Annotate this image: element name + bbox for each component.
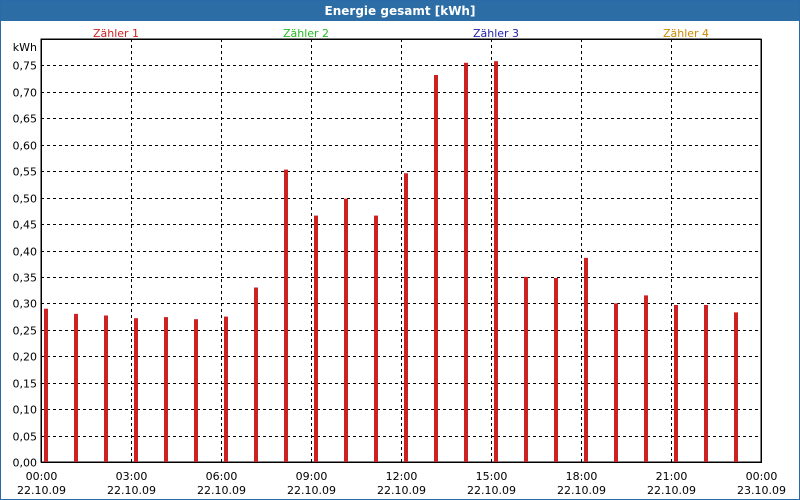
bar <box>524 276 528 462</box>
y-tick-label: 0,00 <box>13 457 38 470</box>
bar <box>734 312 738 462</box>
x-tick-time-label: 12:00 <box>386 470 418 483</box>
chart-window: Energie gesamt [kWh] Zähler 1 Zähler 2 Zäh… <box>0 0 800 500</box>
bar <box>284 169 288 462</box>
x-tick-date-label: 22.10.09 <box>647 484 696 497</box>
x-tick-time-label: 18:00 <box>566 470 598 483</box>
bar <box>464 62 468 463</box>
x-tick-date-label: 22.10.09 <box>377 484 426 497</box>
grid <box>40 38 762 463</box>
y-tick-label: 0,75 <box>13 60 38 73</box>
bar <box>344 198 348 462</box>
legend-item: Zähler 4 <box>663 27 709 40</box>
y-axis-label: kWh <box>13 41 37 54</box>
bar <box>194 319 198 462</box>
legend: Zähler 1 Zähler 2 Zähler 3 Zähler 4 <box>93 27 709 40</box>
legend-item: Zähler 1 <box>93 27 139 40</box>
legend-item: Zähler 2 <box>283 27 329 40</box>
y-tick-label: 0,40 <box>13 246 38 259</box>
x-tick-time-label: 09:00 <box>296 470 328 483</box>
bar <box>494 61 498 462</box>
y-tick-label: 0,65 <box>13 113 38 126</box>
y-tick-label: 0,35 <box>13 272 38 285</box>
bar <box>104 315 108 462</box>
bar <box>374 215 378 462</box>
x-tick-date-label: 23.10.09 <box>737 484 786 497</box>
y-tick-label: 0,60 <box>13 140 38 153</box>
bar <box>134 318 138 462</box>
x-tick-time-label: 21:00 <box>656 470 688 483</box>
bar <box>614 303 618 462</box>
bar <box>584 257 588 462</box>
x-tick-date-label: 22.10.09 <box>287 484 336 497</box>
bar <box>44 308 48 462</box>
y-tick-label: 0,05 <box>13 431 38 444</box>
x-tick-time-label: 15:00 <box>476 470 508 483</box>
bar <box>254 287 258 462</box>
bar <box>164 317 168 462</box>
y-tick-label: 0,55 <box>13 166 38 179</box>
bar <box>434 75 438 462</box>
x-tick-date-label: 22.10.09 <box>197 484 246 497</box>
bar <box>314 215 318 462</box>
energy-bar-chart: Zähler 1 Zähler 2 Zähler 3 Zähler 4 0,00 0,0… <box>13 27 786 497</box>
bar <box>224 316 228 462</box>
y-tick-label: 0,20 <box>13 351 38 364</box>
x-tick-time-label: 00:00 <box>746 470 778 483</box>
y-tick-label: 0,50 <box>13 193 38 206</box>
bar <box>644 295 648 462</box>
x-tick-date-label: 22.10.09 <box>557 484 606 497</box>
y-tick-label: 0,10 <box>13 404 38 417</box>
y-tick-label: 0,70 <box>13 87 38 100</box>
bar <box>74 313 78 462</box>
bar <box>404 173 408 463</box>
bar <box>554 278 558 462</box>
x-tick-date-label: 22.10.09 <box>107 484 156 497</box>
y-tick-label: 0,25 <box>13 325 38 338</box>
bar <box>704 305 708 462</box>
x-tick-date-label: 22.10.09 <box>17 484 66 497</box>
legend-item: Zähler 3 <box>473 27 519 40</box>
y-tick-label: 0,15 <box>13 378 38 391</box>
x-tick-time-label: 06:00 <box>206 470 238 483</box>
bar <box>674 305 678 462</box>
y-tick-label: 0,45 <box>13 219 38 232</box>
x-tick-time-label: 03:00 <box>116 470 148 483</box>
x-tick-time-label: 00:00 <box>26 470 58 483</box>
y-tick-label: 0,30 <box>13 298 38 311</box>
x-tick-date-label: 22.10.09 <box>467 484 516 497</box>
